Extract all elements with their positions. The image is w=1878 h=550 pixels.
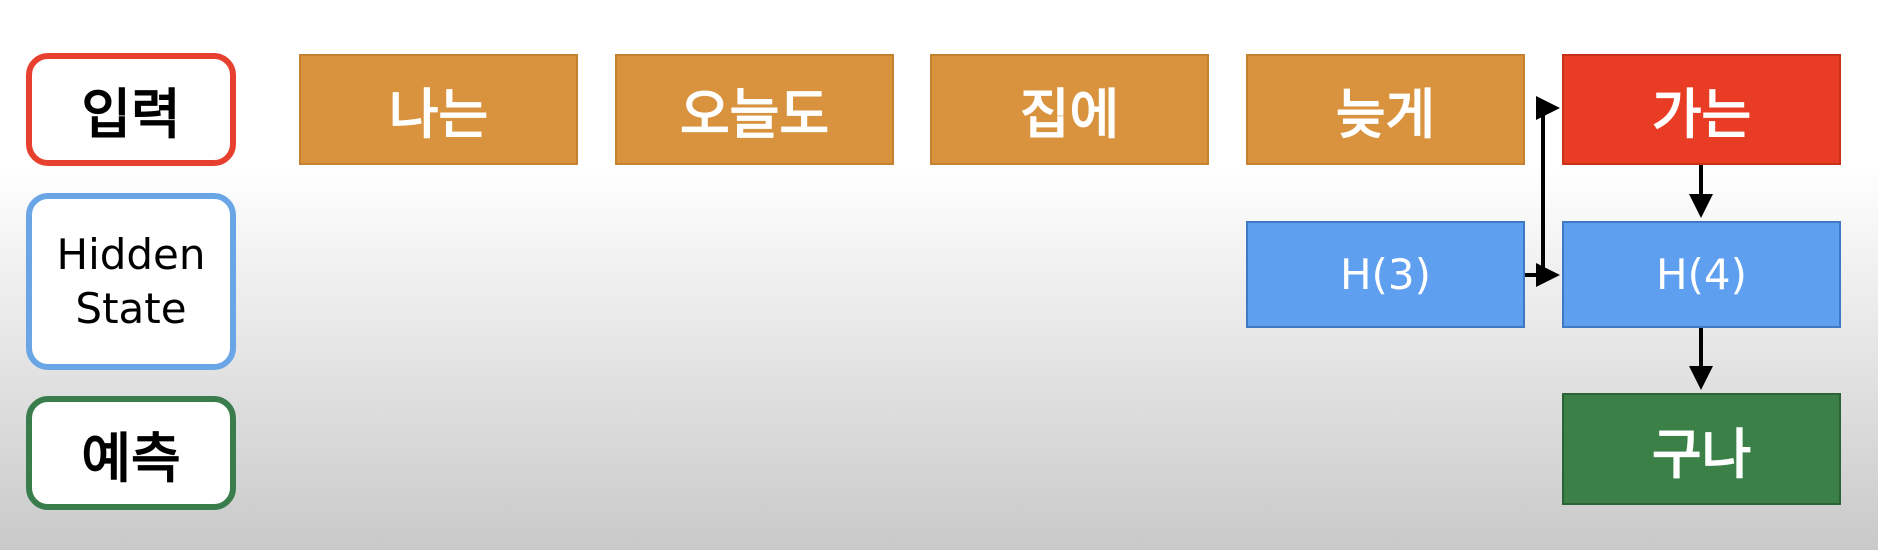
legend-hidden-state-label: Hidden State: [56, 229, 206, 333]
legend-hidden-state: Hidden State: [26, 193, 236, 370]
input-word-current: 가는: [1562, 54, 1841, 165]
input-word-2: 오늘도: [615, 54, 894, 165]
hidden-state-4: H(4): [1562, 221, 1841, 328]
input-word-label: 집에: [1019, 83, 1120, 146]
input-word-label: 오늘도: [679, 83, 830, 146]
prediction-label: 구나: [1651, 422, 1752, 486]
legend-prediction: 예측: [26, 396, 236, 510]
arrow-h3-to-current-input: [1536, 96, 1560, 275]
input-word-3: 집에: [930, 54, 1209, 165]
input-word-label: 늦게: [1335, 83, 1436, 146]
prediction-box: 구나: [1562, 393, 1841, 505]
hidden-state-3: H(3): [1246, 221, 1525, 328]
hidden-state-label: H(3): [1339, 250, 1432, 299]
hidden-state-label: H(4): [1655, 250, 1748, 299]
input-word-4: 늦게: [1246, 54, 1525, 165]
input-word-1: 나는: [299, 54, 578, 165]
input-word-label: 가는: [1651, 83, 1752, 146]
legend-input-label: 입력: [81, 83, 181, 146]
legend-prediction-label: 예측: [81, 426, 181, 490]
legend-input: 입력: [26, 53, 236, 166]
input-word-label: 나는: [388, 83, 489, 146]
